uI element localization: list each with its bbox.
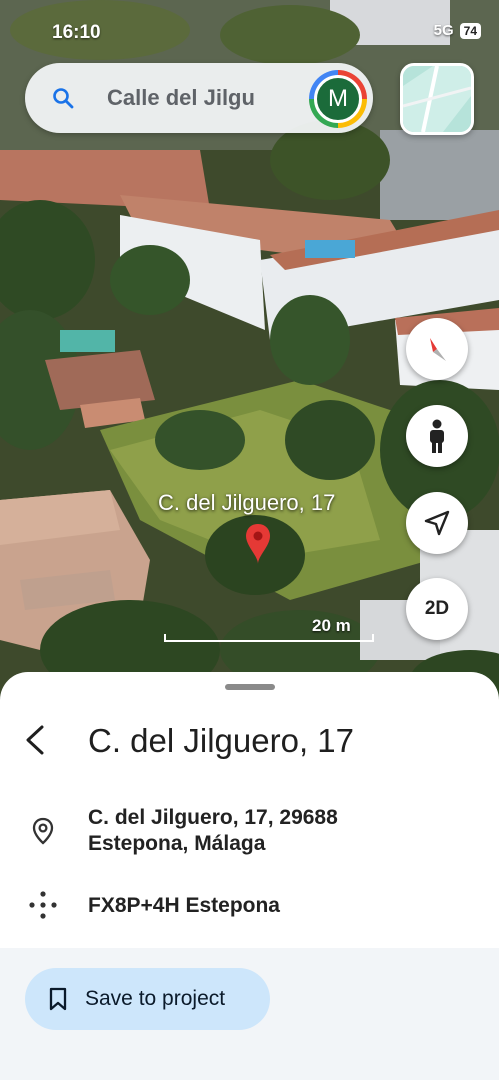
scale-bar	[164, 634, 374, 642]
address-text: C. del Jilguero, 17, 29688 Estepona, Mál…	[88, 805, 338, 857]
save-to-project-button[interactable]: Save to project	[25, 968, 270, 1030]
street-view-button[interactable]	[406, 405, 468, 467]
avatar-initial: M	[314, 75, 362, 123]
status-bar: 16:10 5G 74	[0, 0, 499, 62]
avatar[interactable]: M	[309, 70, 367, 128]
map-view[interactable]: 16:10 5G 74 Calle del Jilgu M 2D C. del …	[0, 0, 499, 700]
sheet-drag-handle[interactable]	[225, 684, 275, 690]
layers-icon	[403, 66, 471, 132]
battery-icon: 74	[459, 22, 481, 39]
compass-button[interactable]	[406, 318, 468, 380]
search-bar[interactable]: Calle del Jilgu M	[25, 63, 373, 133]
status-indicators: 5G 74	[434, 22, 481, 39]
address-line-2: Estepona, Málaga	[88, 832, 266, 855]
scale-label: 20 m	[312, 616, 351, 635]
address-line-1: C. del Jilguero, 17, 29688	[88, 806, 338, 829]
navigate-icon	[424, 510, 450, 536]
view-mode-button[interactable]: 2D	[406, 578, 468, 640]
status-time: 16:10	[52, 22, 101, 43]
place-details-sheet: C. del Jilguero, 17 C. del Jilguero, 17,…	[0, 672, 499, 1080]
network-indicator: 5G	[433, 22, 454, 39]
place-title: C. del Jilguero, 17	[88, 722, 354, 759]
map-place-label: C. del Jilguero, 17	[158, 490, 336, 515]
save-to-project-label: Save to project	[85, 987, 226, 1010]
bookmark-icon	[49, 987, 67, 1011]
navigate-button[interactable]	[406, 492, 468, 554]
back-arrow-icon[interactable]	[18, 722, 54, 758]
sheet-footer: Save to project	[0, 948, 499, 1080]
location-pin-icon	[32, 817, 54, 845]
search-icon[interactable]	[51, 86, 75, 110]
street-view-icon	[430, 419, 444, 453]
compass-icon	[430, 338, 446, 361]
map-pin-icon[interactable]	[244, 522, 272, 566]
search-input[interactable]: Calle del Jilgu	[107, 85, 317, 111]
layers-button[interactable]	[400, 63, 474, 135]
plus-code-text: FX8P+4H Estepona	[88, 894, 280, 917]
plus-code-icon	[29, 891, 57, 919]
